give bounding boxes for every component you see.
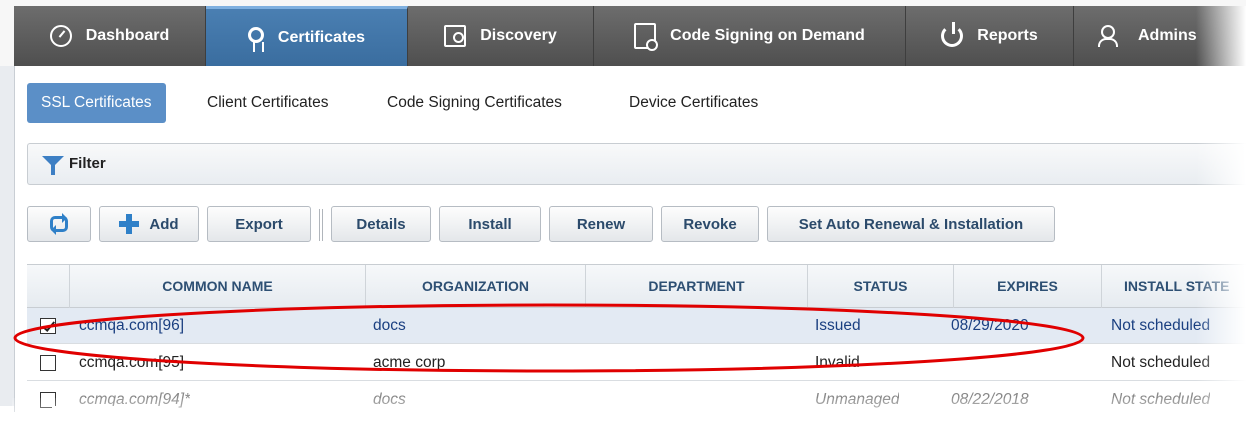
auto-renewal-button[interactable]: Set Auto Renewal & Installation bbox=[767, 206, 1055, 242]
reports-icon bbox=[941, 22, 964, 47]
filter-bar[interactable]: Filter bbox=[27, 143, 1246, 185]
install-button[interactable]: Install bbox=[439, 206, 541, 242]
filter-icon bbox=[42, 156, 64, 175]
tab-label: Code Signing on Demand bbox=[670, 27, 865, 44]
refresh-button[interactable] bbox=[27, 206, 91, 242]
toolbar-separator bbox=[319, 209, 323, 241]
subtab-client-certificates[interactable]: Client Certificates bbox=[207, 83, 328, 123]
torn-edge bbox=[0, 406, 1246, 434]
filter-label: Filter bbox=[69, 155, 106, 172]
subtab-code-signing-certificates[interactable]: Code Signing Certificates bbox=[387, 83, 562, 123]
tab-label: Discovery bbox=[480, 27, 557, 44]
renew-button[interactable]: Renew bbox=[549, 206, 653, 242]
tab-discovery[interactable]: Discovery bbox=[408, 6, 594, 66]
right-edge-fade bbox=[1196, 6, 1246, 434]
tab-label: Reports bbox=[977, 27, 1038, 44]
tab-label: Certificates bbox=[277, 28, 366, 46]
discovery-icon bbox=[444, 25, 467, 47]
dashboard-icon bbox=[49, 25, 72, 47]
tab-reports[interactable]: Reports bbox=[906, 6, 1074, 66]
tab-certificates[interactable]: Certificates bbox=[206, 6, 408, 66]
add-button[interactable]: Add bbox=[99, 206, 199, 242]
tab-label: Dashboard bbox=[85, 27, 170, 44]
plus-icon bbox=[119, 214, 140, 234]
add-label: Add bbox=[149, 215, 179, 233]
export-button[interactable]: Export bbox=[207, 206, 311, 242]
certificate-icon bbox=[247, 26, 264, 52]
tab-dashboard[interactable]: Dashboard bbox=[14, 6, 206, 66]
top-navigation: Dashboard Certificates Discovery Code Si… bbox=[0, 0, 1246, 66]
code-signing-icon bbox=[634, 23, 659, 51]
subtab-ssl-certificates[interactable]: SSL Certificates bbox=[27, 83, 166, 123]
admins-icon bbox=[1098, 25, 1124, 47]
highlight-ellipse-annotation bbox=[13, 303, 1085, 373]
tab-code-signing-on-demand[interactable]: Code Signing on Demand bbox=[594, 6, 906, 66]
subtab-device-certificates[interactable]: Device Certificates bbox=[629, 83, 758, 123]
details-button[interactable]: Details bbox=[331, 206, 431, 242]
main-content: SSL Certificates Client Certificates Cod… bbox=[14, 66, 1246, 434]
highlight-ellipse bbox=[13, 303, 1085, 373]
refresh-icon bbox=[50, 213, 68, 235]
revoke-button[interactable]: Revoke bbox=[661, 206, 759, 242]
tab-label: Admins bbox=[1138, 27, 1197, 44]
